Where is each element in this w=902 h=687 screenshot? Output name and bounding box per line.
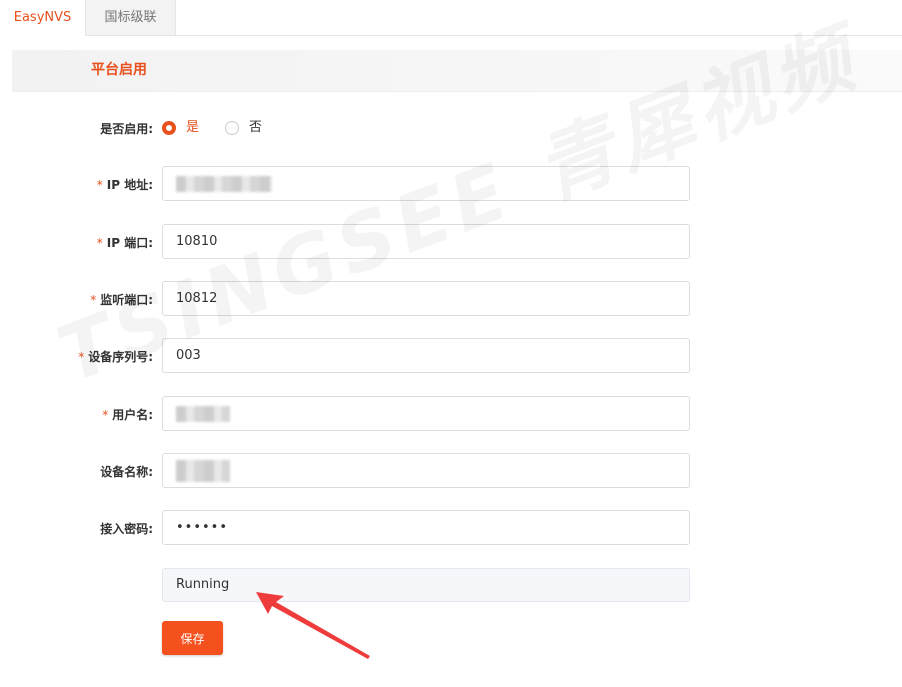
enable-yes-label[interactable]: 是 bbox=[186, 119, 199, 137]
section-header: 平台启用 bbox=[12, 50, 902, 92]
ip-address-blurred-value bbox=[176, 175, 272, 192]
ip-port-label: * IP 端口: bbox=[96, 236, 153, 250]
device-name-blurred-value bbox=[176, 459, 230, 482]
enable-no-label[interactable]: 否 bbox=[249, 119, 262, 137]
ip-port-input[interactable]: 10810 bbox=[162, 224, 690, 259]
device-name-input[interactable] bbox=[162, 453, 690, 488]
enable-yes-radio[interactable] bbox=[162, 121, 176, 135]
device-serial-input[interactable]: 003 bbox=[162, 338, 690, 373]
username-input[interactable] bbox=[162, 396, 690, 431]
username-blurred-value bbox=[176, 405, 230, 422]
enable-no-radio[interactable] bbox=[225, 121, 239, 135]
username-label: * 用户名: bbox=[102, 408, 153, 422]
section-title: 平台启用 bbox=[91, 62, 147, 78]
access-password-label: 接入密码: bbox=[100, 522, 153, 536]
tab-gb-cascade[interactable]: 国标级联 bbox=[86, 0, 176, 35]
save-button[interactable]: 保存 bbox=[162, 621, 223, 655]
listen-port-input[interactable]: 10812 bbox=[162, 281, 690, 316]
device-serial-label: * 设备序列号: bbox=[78, 350, 153, 364]
annotation-arrow-icon bbox=[256, 592, 370, 659]
device-name-label: 设备名称: bbox=[100, 465, 153, 479]
tab-bar: EasyNVS 国标级联 bbox=[0, 0, 902, 36]
access-password-input[interactable]: •••••• bbox=[162, 510, 690, 545]
enable-label: 是否启用: bbox=[100, 122, 153, 136]
ip-address-input[interactable] bbox=[162, 166, 690, 201]
tab-easynvs[interactable]: EasyNVS bbox=[0, 0, 86, 36]
ip-address-label: * IP 地址: bbox=[96, 178, 153, 192]
listen-port-label: * 监听端口: bbox=[90, 293, 153, 307]
status-field: Running bbox=[162, 568, 690, 602]
